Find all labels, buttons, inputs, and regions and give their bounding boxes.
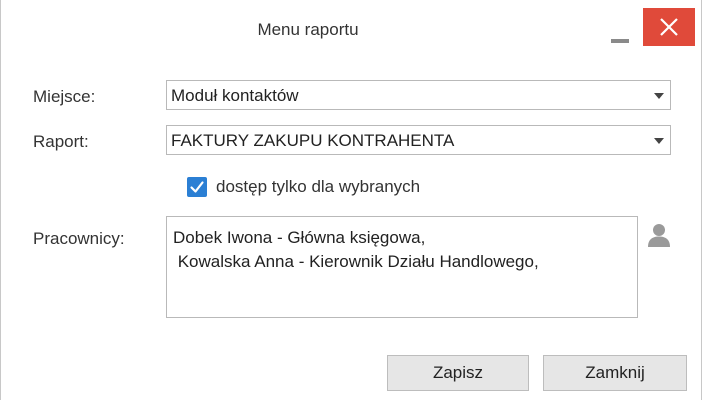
- employee-entry: Dobek Iwona - Główna księgowa,: [173, 228, 426, 247]
- check-icon: [190, 181, 204, 193]
- title-bar: Menu raportu: [1, 0, 701, 62]
- report-menu-dialog: Menu raportu Miejsce: Moduł kontaktów Ra…: [0, 0, 702, 400]
- report-select-value: FAKTURY ZAKUPU KONTRAHENTA: [171, 131, 455, 150]
- employee-entry: Kowalska Anna - Kierownik Działu Handlow…: [173, 252, 539, 271]
- select-users-button[interactable]: [646, 222, 672, 248]
- report-label: Raport:: [33, 132, 89, 151]
- dialog-title: Menu raportu: [257, 20, 359, 39]
- minimize-button[interactable]: [597, 8, 643, 52]
- place-select[interactable]: Moduł kontaktów: [166, 80, 671, 110]
- chevron-down-icon: [654, 93, 664, 99]
- access-checkbox-label: dostęp tylko dla wybranych: [216, 177, 421, 196]
- user-icon: [648, 224, 670, 247]
- chevron-down-icon: [654, 138, 664, 144]
- place-select-value: Moduł kontaktów: [171, 86, 299, 105]
- close-button[interactable]: Zamknij: [543, 355, 687, 391]
- place-label: Miejsce:: [33, 87, 96, 106]
- close-icon: [660, 18, 678, 36]
- save-button[interactable]: Zapisz: [387, 355, 529, 391]
- access-checkbox[interactable]: [187, 177, 207, 197]
- employees-field[interactable]: Dobek Iwona - Główna księgowa, Kowalska …: [166, 216, 638, 318]
- close-window-button[interactable]: [643, 8, 695, 46]
- minimize-icon: [611, 39, 629, 43]
- employees-label: Pracownicy:: [33, 229, 125, 248]
- report-select[interactable]: FAKTURY ZAKUPU KONTRAHENTA: [166, 125, 671, 155]
